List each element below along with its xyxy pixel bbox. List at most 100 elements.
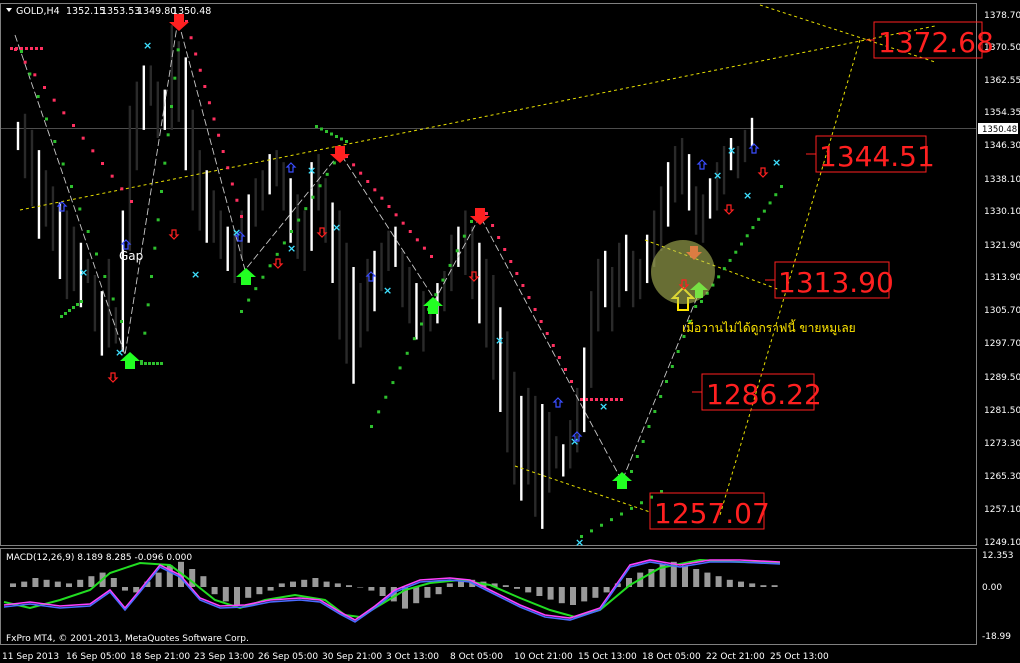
sell-arrow-icon: [330, 146, 350, 163]
sar-dot: [25, 47, 28, 50]
cross-marker-icon: ×: [287, 242, 296, 255]
cross-marker-icon: ×: [772, 156, 781, 169]
time-tick: 30 Sep 21:00: [322, 652, 382, 662]
price-tick: 1305.70: [984, 306, 1020, 316]
time-tick: 15 Oct 13:00: [578, 652, 637, 662]
histogram-bar: [290, 581, 296, 587]
sar-dot: [401, 221, 405, 225]
time-tick: 16 Sep 05:00: [66, 652, 126, 662]
cross-marker-icon: ×: [115, 346, 124, 359]
candlestick-series: [16, 25, 754, 529]
thai-note: เมื่อวานไม่ได้ดูกราฟนี้ ขายหมูเลย: [682, 319, 856, 336]
macd-tick: 12.353: [982, 551, 1014, 561]
histogram-bar: [413, 587, 420, 604]
sar-dot: [780, 185, 783, 188]
time-tick: 18 Oct 05:00: [642, 652, 701, 662]
sar-dot: [422, 246, 426, 250]
sar-dot: [430, 255, 433, 258]
histogram-bar: [32, 578, 39, 587]
sar-dot: [391, 381, 395, 385]
sar-dot: [751, 226, 755, 230]
histogram-bar: [110, 578, 117, 587]
sar-dot: [91, 149, 95, 153]
chart-symbol: GOLD,H4: [16, 6, 60, 17]
histogram-bar: [502, 585, 509, 587]
price-tick: 1346.30: [984, 141, 1020, 151]
sar-dot: [148, 362, 151, 365]
copyright-text: FxPro MT4, © 2001-2013, MetaQuotes Softw…: [6, 634, 249, 644]
time-axis: 11 Sep 2013 16 Sep 05:00 18 Sep 21:00 23…: [2, 652, 829, 662]
time-tick: 22 Oct 21:00: [706, 652, 765, 662]
sar-dot: [240, 310, 243, 313]
histogram-bar: [234, 587, 240, 605]
cross-marker-icon: ×: [383, 284, 392, 297]
price-tick: 1321.90: [984, 241, 1020, 251]
sar-dot: [111, 297, 115, 301]
cross-marker-icon: ×: [143, 39, 152, 52]
sar-dot: [203, 85, 207, 88]
cross-marker-icon: ×: [743, 189, 752, 202]
sar-dot: [60, 315, 63, 318]
down-fractal-icon: [107, 372, 119, 383]
sar-dot: [240, 215, 243, 218]
cross-marker-icon: ×: [599, 400, 608, 413]
down-fractal-icon: [168, 229, 180, 240]
buy-arrow-icon: [612, 472, 632, 489]
sar-dot: [722, 267, 726, 271]
sar-dot: [230, 182, 234, 186]
sar-dot: [734, 250, 738, 254]
sar-dot: [563, 368, 567, 371]
sar-dot: [61, 162, 65, 166]
histogram-bar: [122, 587, 128, 591]
time-tick: 23 Sep 13:00: [194, 652, 254, 662]
sar-dot: [394, 213, 398, 217]
histogram-bar: [256, 587, 263, 595]
sar-dot: [76, 303, 79, 306]
sar-dot: [366, 180, 370, 183]
histogram-bar: [10, 583, 16, 587]
sar-dot: [72, 306, 75, 309]
sar-dot: [387, 205, 391, 208]
symbol-dropdown-icon[interactable]: [6, 8, 12, 12]
sar-dot: [304, 207, 308, 211]
price-tick: 1378.70: [984, 11, 1020, 21]
histogram-bar: [200, 576, 207, 587]
sar-dot: [580, 398, 583, 401]
down-fractal-icon: [757, 167, 769, 178]
sar-dot: [120, 320, 123, 323]
sar-dot: [15, 47, 18, 50]
histogram-bar: [592, 587, 599, 598]
sar-dot: [620, 398, 623, 401]
histogram-bar: [312, 578, 319, 587]
sar-dot: [615, 398, 618, 401]
buy-arrow-icon: [423, 297, 443, 314]
sar-dot: [290, 230, 293, 233]
sar-dot: [35, 47, 38, 50]
gold-h4-chart: GOLD,H4 1352.15 1353.53 1349.80 1350.48 …: [0, 3, 1020, 662]
sar-dot: [45, 117, 48, 121]
sar-dot: [28, 72, 32, 76]
price-box-1257: 1257.07: [649, 492, 770, 530]
sar-dot: [340, 137, 343, 141]
sar-dot: [221, 150, 225, 153]
time-tick: 10 Oct 21:00: [514, 652, 573, 662]
histogram-bar: [424, 587, 431, 598]
time-tick: 26 Sep 05:00: [258, 652, 318, 662]
sar-dot: [757, 217, 761, 221]
sar-dot: [585, 398, 588, 401]
price-box-text: 1313.90: [778, 266, 894, 299]
sar-dot: [20, 47, 23, 50]
sar-dot: [207, 101, 211, 105]
sar-dot: [140, 362, 143, 365]
price-tick: 1354.35: [984, 108, 1020, 118]
sar-dot: [120, 187, 124, 191]
sar-dot: [332, 161, 336, 165]
sar-dot: [80, 300, 83, 303]
sar-dot: [740, 242, 743, 246]
sar-dot: [33, 73, 37, 77]
sar-dot: [774, 193, 778, 197]
cross-marker-icon: ×: [307, 164, 316, 177]
sar-dot: [682, 335, 686, 338]
zigzag-line: [14, 19, 701, 483]
sar-dot: [509, 260, 513, 263]
